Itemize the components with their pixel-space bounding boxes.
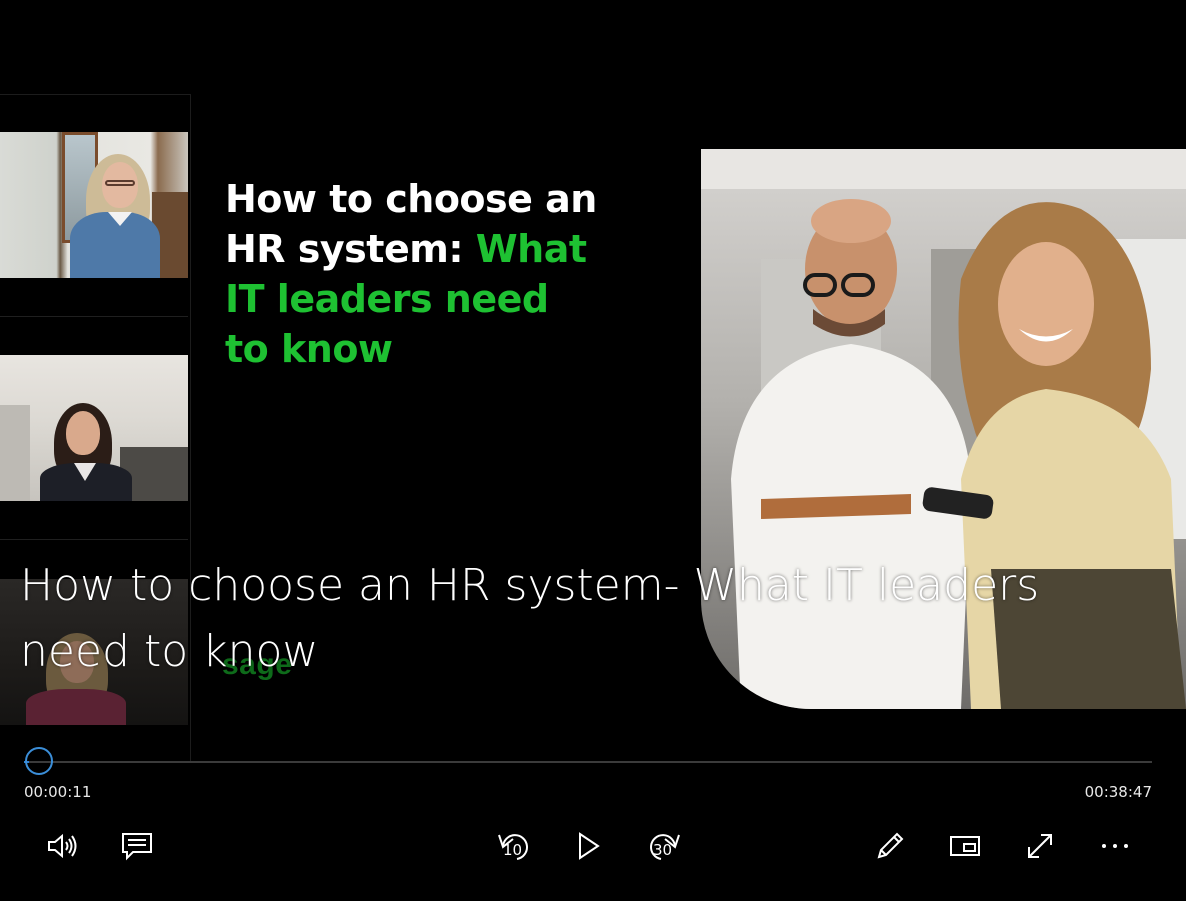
slide-title-line-1: How to choose an bbox=[225, 177, 597, 221]
total-time: 00:38:47 bbox=[1084, 783, 1152, 801]
tile-divider bbox=[0, 539, 188, 540]
play-icon bbox=[576, 831, 602, 861]
caption-line-2: need to know bbox=[20, 626, 319, 677]
mini-view-icon bbox=[949, 834, 981, 858]
slide-title-line-2b: What bbox=[475, 227, 587, 271]
pen-button[interactable] bbox=[870, 826, 910, 866]
seek-bar[interactable] bbox=[24, 761, 1152, 763]
more-button[interactable] bbox=[1095, 826, 1135, 866]
participant-video-1[interactable] bbox=[0, 132, 188, 278]
captions-icon bbox=[121, 831, 153, 861]
slide-title: How to choose an HR system: What IT lead… bbox=[225, 174, 645, 374]
participant-video-2[interactable] bbox=[0, 355, 188, 501]
skip-forward-30-icon: 30 bbox=[645, 827, 683, 865]
skip-forward-label: 30 bbox=[653, 841, 673, 859]
skip-back-label: 10 bbox=[503, 841, 523, 859]
fullscreen-button[interactable] bbox=[1020, 826, 1060, 866]
more-icon bbox=[1100, 842, 1130, 850]
fullscreen-icon bbox=[1025, 831, 1055, 861]
slide-title-line-3: IT leaders need bbox=[225, 277, 549, 321]
volume-button[interactable] bbox=[42, 826, 82, 866]
volume-icon bbox=[45, 831, 79, 861]
skip-forward-button[interactable]: 30 bbox=[644, 826, 684, 866]
slide-title-line-2a: HR system: bbox=[225, 227, 476, 271]
captions-button[interactable] bbox=[117, 826, 157, 866]
current-time: 00:00:11 bbox=[24, 783, 92, 801]
caption-line-1: How to choose an HR system- What IT lead… bbox=[20, 560, 1040, 611]
caption-text: How to choose an HR system- What IT lead… bbox=[20, 553, 1120, 685]
tile-divider bbox=[0, 316, 188, 317]
mini-view-button[interactable] bbox=[945, 826, 985, 866]
skip-back-button[interactable]: 10 bbox=[494, 826, 534, 866]
slide-title-line-4: to know bbox=[225, 327, 393, 371]
play-button[interactable] bbox=[569, 826, 609, 866]
seek-thumb[interactable] bbox=[25, 747, 53, 775]
pen-icon bbox=[874, 830, 906, 862]
skip-back-10-icon: 10 bbox=[495, 827, 533, 865]
